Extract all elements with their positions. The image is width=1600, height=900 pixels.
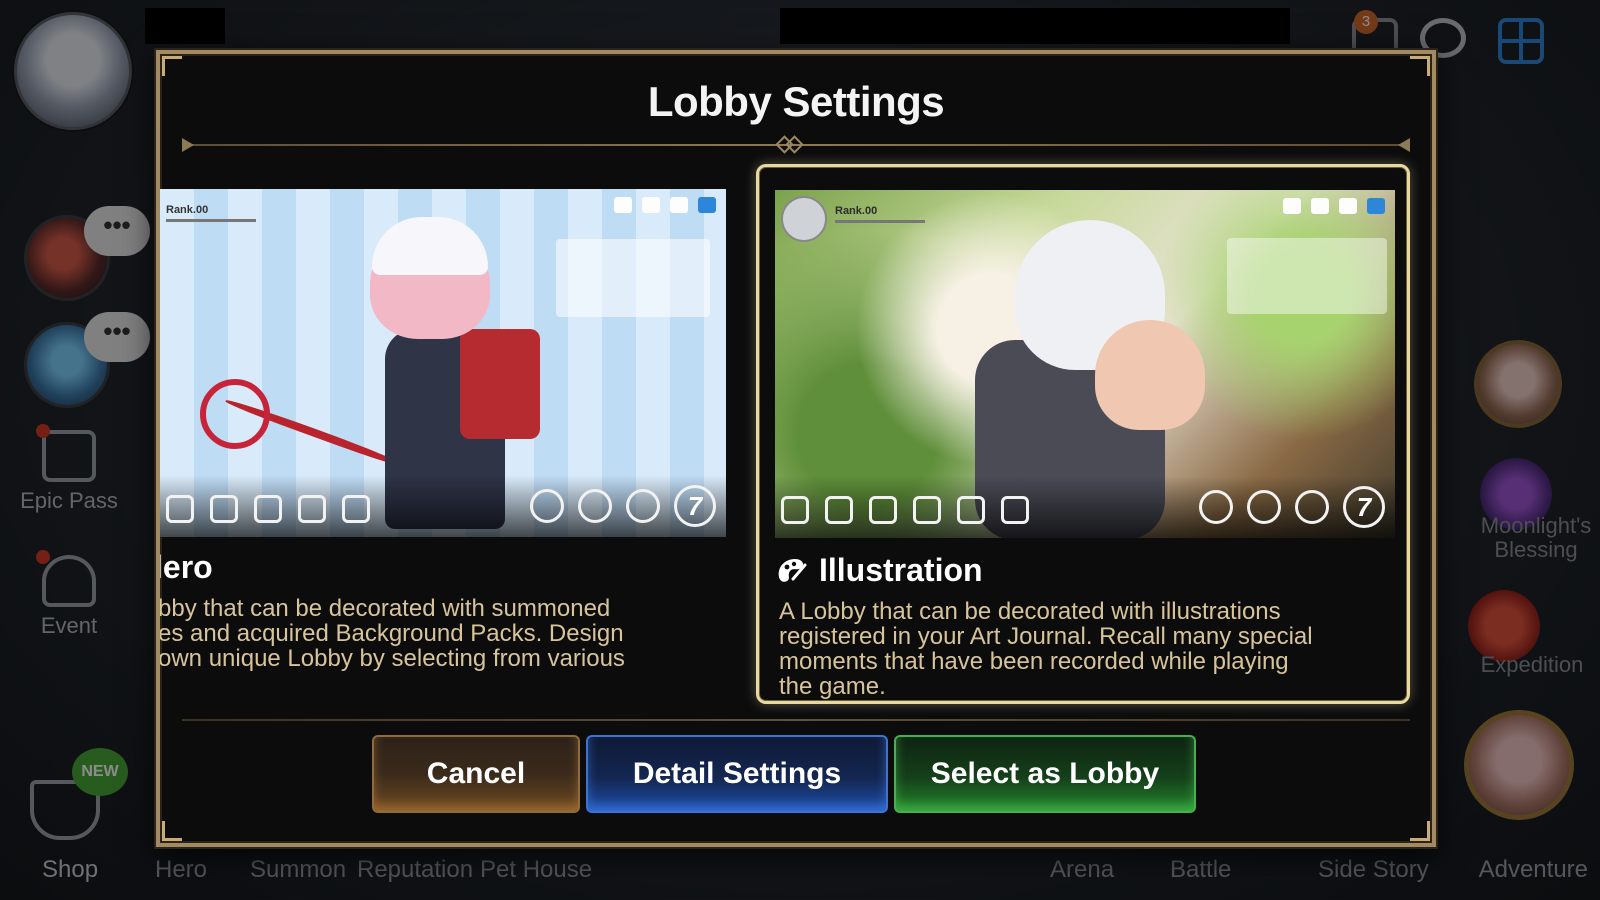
preview-art: [372, 217, 488, 275]
preview-icon: [1339, 198, 1357, 214]
preview-icon: [1311, 198, 1329, 214]
preview-top-icons: [614, 197, 716, 213]
preview-rank: Rank.00: [835, 205, 878, 217]
preview-panel: [556, 239, 710, 317]
preview-art: [200, 379, 270, 449]
option-title: lero: [156, 549, 213, 585]
preview-avatar: [781, 196, 827, 242]
preview-icon: [698, 197, 716, 213]
palette-icon: [775, 555, 807, 585]
frame-corner: [162, 56, 182, 76]
frame-corner: [1410, 56, 1430, 76]
dialog-title: Lobby Settings: [647, 78, 945, 125]
lobby-option-illustration[interactable]: Rank.00 7 Illustration A Lobby that can …: [756, 164, 1410, 704]
preview-icon: [298, 495, 326, 523]
preview-icon: [166, 495, 194, 523]
preview-menu-icons-right: 7: [530, 485, 716, 527]
preview-icon: [781, 496, 809, 524]
lobby-settings-dialog: Lobby Settings Rank.00 7 lero bby that c…: [156, 50, 1436, 847]
preview-icon: [1295, 490, 1329, 524]
frame-corner: [1410, 821, 1430, 841]
description-line: registered in your Art Journal. Recall m…: [779, 623, 1313, 650]
preview-icon: [1001, 496, 1029, 524]
preview-art: [460, 329, 540, 439]
preview-badge: 7: [674, 485, 716, 527]
option-description: bby that can be decorated with summoned …: [158, 596, 718, 696]
preview-icon: [1247, 490, 1281, 524]
preview-icon: [869, 496, 897, 524]
preview-top-icons: [1283, 198, 1385, 214]
preview-panel: [1227, 238, 1387, 314]
preview-icon: [957, 496, 985, 524]
description-line: A Lobby that can be decorated with illus…: [779, 599, 1281, 625]
preview-bottom-strip: 7: [160, 475, 726, 537]
preview-icon: [614, 197, 632, 213]
frame-corner: [162, 821, 182, 841]
preview-icon: [626, 489, 660, 523]
preview-icon: [1367, 198, 1385, 214]
preview-icon: [578, 489, 612, 523]
preview-icon: [1199, 490, 1233, 524]
preview-icon: [1283, 198, 1301, 214]
hero-lobby-preview: Rank.00 7: [160, 189, 726, 537]
preview-bottom-strip: 7: [775, 476, 1395, 538]
option-title: Illustration: [819, 552, 983, 588]
description-line: own unique Lobby by selecting from vario…: [158, 645, 625, 672]
button-divider: [182, 719, 1410, 721]
lobby-option-hero[interactable]: Rank.00 7 lero bby that can be decorated…: [160, 164, 730, 704]
description-line: es and acquired Background Packs. Design: [158, 620, 624, 647]
illustration-lobby-preview: Rank.00 7: [775, 190, 1395, 538]
detail-settings-button[interactable]: Detail Settings: [586, 735, 888, 813]
preview-menu-icons-right: 7: [1199, 486, 1385, 528]
preview-icon: [825, 496, 853, 524]
preview-icon: [342, 495, 370, 523]
preview-icon: [210, 495, 238, 523]
preview-rank: Rank.00: [166, 204, 209, 216]
select-as-lobby-button[interactable]: Select as Lobby: [894, 735, 1196, 813]
preview-icon: [254, 495, 282, 523]
preview-rank-bar: [166, 219, 256, 222]
option-description: A Lobby that can be decorated with illus…: [779, 599, 1389, 699]
preview-icon: [670, 197, 688, 213]
preview-rank-bar: [835, 220, 925, 223]
preview-icon: [642, 197, 660, 213]
preview-menu-icons: [781, 496, 1029, 524]
preview-icon: [530, 489, 564, 523]
preview-badge: 7: [1343, 486, 1385, 528]
divider-ornament: [778, 136, 800, 150]
description-line: moments that have been recorded while pl…: [779, 648, 1289, 675]
divider-cap: [182, 138, 194, 152]
preview-menu-icons: [166, 495, 370, 523]
description-line: bby that can be decorated with summoned: [158, 596, 611, 622]
preview-icon: [913, 496, 941, 524]
cancel-button[interactable]: Cancel: [372, 735, 580, 813]
description-line: the game.: [779, 673, 886, 699]
preview-art: [1095, 320, 1205, 430]
divider-cap: [1398, 138, 1410, 152]
